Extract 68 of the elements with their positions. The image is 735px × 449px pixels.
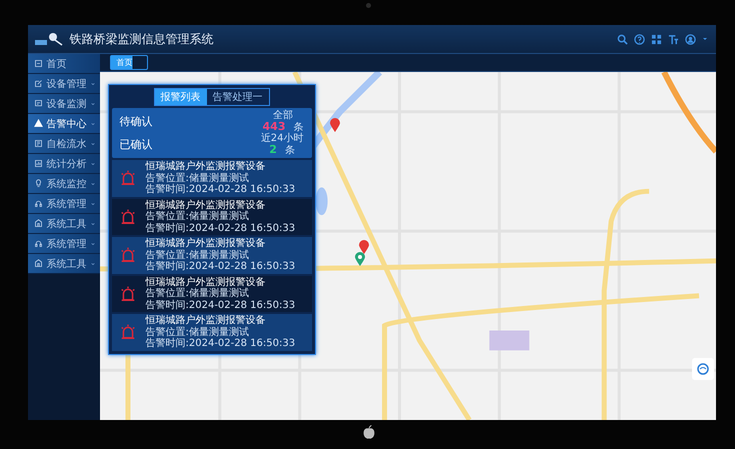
sidebar-item[interactable]: 设备管理: [28, 74, 100, 94]
alarm-light-icon: [120, 208, 136, 225]
sidebar-item[interactable]: 自检流水: [28, 134, 100, 154]
location-pin-icon[interactable]: [330, 118, 340, 132]
panel-tab[interactable]: 告警处理一: [206, 89, 268, 105]
recent-count: 2: [269, 144, 277, 156]
alarm-item[interactable]: 恒瑞城路户外监测报警设备 告警位置:储量测量测试 告警时间:2024-02-28 16:50:33: [112, 237, 312, 274]
alarm-light-icon: [120, 170, 136, 186]
alarm-item[interactable]: 恒瑞城路户外监测报警设备 告警位置:储量测量测试 告警时间:2024-02-28 16:50:33: [112, 314, 312, 351]
alarm-title: 恒瑞城路户外监测报警设备: [146, 238, 266, 250]
alarm-light-icon: [120, 324, 136, 340]
camera-icon: [366, 3, 371, 8]
edit-icon: [34, 79, 42, 88]
count-unit: 条: [284, 145, 295, 156]
alarm-title: 恒瑞城路户外监测报警设备: [146, 161, 266, 172]
search-icon[interactable]: [616, 34, 628, 44]
pending-label: 待确认: [120, 116, 152, 128]
sidebar-item[interactable]: 系统管理: [28, 194, 100, 214]
grid-icon[interactable]: [650, 34, 662, 44]
alarm-time: 告警时间:2024-02-28 16:50:33: [146, 300, 296, 312]
user-icon[interactable]: [684, 34, 696, 44]
alarm-title: 恒瑞城路户外监测报警设备: [146, 276, 266, 288]
sidebar-item[interactable]: 设备监测: [28, 94, 100, 114]
headset-icon: [34, 199, 42, 208]
sidebar-item[interactable]: 系统监控: [28, 174, 100, 194]
alarm-item[interactable]: 恒瑞城路户外监测报警设备 告警位置:储量测量测试 告警时间:2024-02-28 16:50:33: [112, 160, 312, 197]
alarm-location: 告警位置:储量测量测试: [146, 172, 250, 184]
location-pin-icon[interactable]: [354, 252, 364, 266]
bulb-icon: [34, 179, 42, 188]
layers-icon: [696, 363, 708, 375]
alarm-item[interactable]: 恒瑞城路户外监测报警设备 告警位置:储量测量测试 告警时间:2024-02-28 16:50:33: [112, 198, 312, 236]
warning-icon: [34, 119, 42, 128]
location-pin-icon[interactable]: [358, 240, 368, 254]
sidebar-item[interactable]: 首页: [28, 54, 100, 74]
alarm-light-icon: [120, 247, 136, 264]
sidebar-item[interactable]: 统计分析: [28, 154, 100, 174]
alarm-time: 告警时间:2024-02-28 16:50:33: [146, 222, 296, 234]
monitor-icon: [34, 99, 42, 108]
confirmed-label: 已确认: [120, 138, 152, 151]
total-count: 443: [262, 121, 286, 133]
help-icon[interactable]: [634, 34, 644, 44]
count-unit: 条: [294, 122, 304, 133]
sidebar-item[interactable]: 系统管理: [28, 234, 100, 254]
caret-icon[interactable]: [702, 36, 708, 42]
alarm-location: 告警位置:储量测量测试: [146, 211, 250, 222]
map-layer-button[interactable]: [692, 358, 714, 380]
sidebar-item[interactable]: 系统工具: [28, 214, 100, 234]
recent-caption: 近24小时: [260, 133, 304, 144]
logo-icon: [34, 31, 64, 47]
logo-icon: [363, 425, 375, 439]
sidebar-item[interactable]: 告警中心: [28, 114, 100, 134]
alarm-time: 告警时间:2024-02-28 16:50:33: [146, 261, 296, 273]
alarm-title: 恒瑞城路户外监测报警设备: [146, 315, 266, 326]
sidebar-item[interactable]: 系统工具: [28, 254, 100, 274]
chart-icon: [34, 159, 42, 168]
total-caption: 全部: [273, 110, 294, 121]
window-title: 铁路桥梁监测信息管理系统: [70, 30, 214, 48]
alarm-time: 告警时间:2024-02-28 16:50:33: [146, 338, 296, 350]
alarm-item[interactable]: 恒瑞城路户外监测报警设备 告警位置:储量测量测试 告警时间:2024-02-28 16:50:33: [112, 276, 312, 312]
alarm-time: 告警时间:2024-02-28 16:50:33: [146, 184, 296, 196]
font-size-icon[interactable]: [668, 34, 678, 44]
alarm-location: 告警位置:储量测量测试: [146, 288, 250, 300]
alarm-location: 告警位置:储量测量测试: [146, 326, 250, 338]
list-icon: [34, 139, 42, 148]
alarm-light-icon: [120, 286, 136, 302]
alarm-location: 告警位置:储量测量测试: [146, 250, 250, 261]
headset-icon: [34, 239, 42, 248]
alarm-title: 恒瑞城路户外监测报警设备: [146, 200, 266, 211]
